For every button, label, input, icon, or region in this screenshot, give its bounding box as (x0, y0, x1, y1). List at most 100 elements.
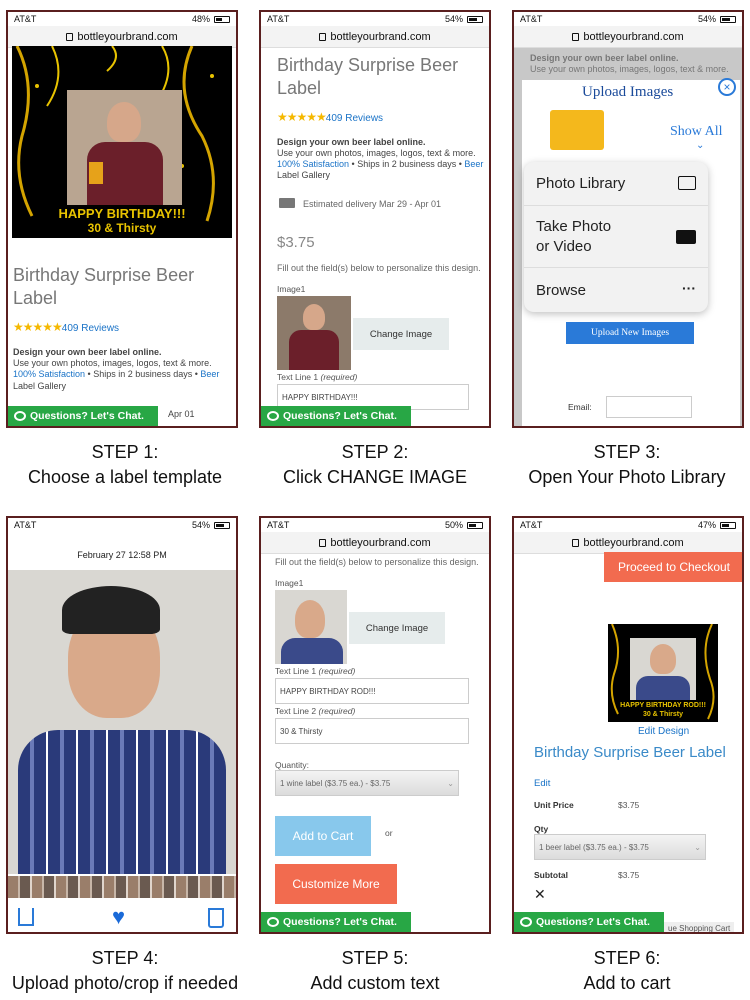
unit-price-value: $3.75 (618, 800, 640, 810)
beer-glass (89, 162, 103, 184)
remove-item-icon[interactable]: ✕ (534, 886, 546, 903)
battery-percent: 48% (191, 14, 210, 24)
lock-icon (66, 32, 74, 41)
chat-bubble-icon (520, 917, 532, 927)
dialog-title: Upload Images (582, 84, 674, 100)
menu-browse[interactable]: Browse (524, 268, 708, 312)
rating-row[interactable]: ★★★★★409 Reviews (13, 320, 119, 334)
use-line: Use your own photos, images, logos, text… (530, 64, 729, 74)
fill-out-text: Fill out the field(s) below to personali… (277, 263, 481, 273)
chat-bubble-icon (267, 411, 279, 421)
close-icon[interactable]: × (718, 78, 736, 96)
banner-line2: 30 & Thirsty (87, 221, 157, 235)
caption-step5: STEP 5: Add custom text (250, 946, 500, 996)
show-all-link[interactable]: Show All (670, 124, 723, 140)
upload-dialog: Upload Images × Show All ⌄ Photo Library… (522, 78, 740, 426)
text-line2-label: Text Line 2 (required) (275, 706, 355, 716)
address-bar[interactable]: bottleyourbrand.com (261, 532, 489, 554)
chevron-down-icon: ⌄ (447, 778, 454, 788)
chat-label: Questions? Let's Chat. (536, 916, 650, 928)
step-text: Add custom text (310, 973, 440, 993)
caption-step1: STEP 1: Choose a label template (0, 440, 250, 490)
address-bar[interactable]: bottleyourbrand.com (8, 26, 236, 48)
upload-new-images-button[interactable]: Upload New Images (566, 322, 694, 344)
battery-percent: 47% (697, 520, 716, 530)
cap-hat (62, 586, 160, 634)
qty-value: 1 beer label ($3.75 ea.) - $3.75 (539, 842, 649, 852)
menu-label: Browse (536, 281, 587, 299)
qty-select[interactable]: 1 beer label ($3.75 ea.) - $3.75 ⌄ (534, 834, 706, 860)
camera-icon (676, 230, 696, 244)
carrier: AT&T (267, 14, 290, 24)
reviews-link[interactable]: 409 Reviews (326, 113, 383, 124)
ships-text: • Ships in 2 business days • (85, 369, 201, 379)
person-head (303, 304, 325, 330)
chat-button[interactable]: Questions? Let's Chat. (261, 406, 411, 426)
carrier: AT&T (267, 520, 290, 530)
status-bar: AT&T 50% (261, 518, 489, 532)
subtotal-value: $3.75 (618, 870, 640, 880)
chat-label: Questions? Let's Chat. (283, 916, 397, 928)
battery-percent: 54% (444, 14, 463, 24)
address-bar[interactable]: bottleyourbrand.com (261, 26, 489, 48)
ships-text: • Ships in 2 business days • (349, 159, 465, 169)
star-rating-icon: ★★★★★ (277, 110, 327, 124)
gallery-link-2[interactable]: Label Gallery (13, 380, 66, 392)
step-number: STEP 2: (341, 442, 409, 462)
reviews-link[interactable]: 409 Reviews (62, 323, 119, 334)
price: $3.75 (277, 234, 315, 251)
status-bar: AT&T 48% (8, 12, 236, 26)
satisfaction-line: 100% Satisfaction • Ships in 2 business … (13, 368, 235, 380)
rating-row[interactable]: ★★★★★409 Reviews (277, 110, 383, 124)
email-input[interactable] (606, 396, 692, 418)
required-text: (required) (318, 706, 356, 716)
chat-button[interactable]: Questions? Let's Chat. (514, 912, 664, 932)
photo-frame (630, 638, 696, 700)
url-text: bottleyourbrand.com (583, 30, 684, 43)
chat-button[interactable]: Questions? Let's Chat. (8, 406, 158, 426)
phone-screen-step3: AT&T 54% bottleyourbrand.com Design your … (512, 10, 744, 428)
share-icon[interactable] (18, 908, 34, 926)
flannel-shirt (18, 730, 226, 874)
step-number: STEP 1: (91, 442, 159, 462)
email-label: Email: (568, 402, 592, 412)
cart-item-title[interactable]: Birthday Surprise Beer Label (534, 744, 726, 761)
satisfaction-link[interactable]: 100% Satisfaction (13, 369, 85, 379)
photo-thumbnail-strip[interactable] (8, 876, 236, 898)
delivery-estimate: Estimated delivery Mar 29 - Apr 01 (303, 199, 442, 209)
uploaded-thumbnail (277, 296, 351, 370)
gallery-link[interactable]: Beer (200, 369, 219, 379)
banner-line1: HAPPY BIRTHDAY ROD!!! (620, 702, 706, 709)
chat-button[interactable]: Questions? Let's Chat. (261, 912, 411, 932)
lock-icon (572, 32, 580, 41)
proceed-to-checkout-button[interactable]: Proceed to Checkout (604, 552, 742, 582)
text-line1-input[interactable]: HAPPY BIRTHDAY ROD!!! (275, 678, 469, 704)
share-menu: Photo Library Take Photo or Video Browse… (524, 162, 708, 312)
battery-icon (214, 15, 230, 23)
text-line2-input[interactable]: 30 & Thirsty (275, 718, 469, 744)
chat-label: Questions? Let's Chat. (283, 410, 397, 422)
fill-out-text: Fill out the field(s) below to personali… (275, 557, 479, 567)
customize-more-button[interactable]: Customize More (275, 864, 397, 904)
image-label: Image1 (277, 284, 306, 294)
folder-icon (550, 110, 604, 150)
battery-icon (720, 521, 736, 529)
gallery-link[interactable]: Beer (464, 159, 483, 169)
label-preview-image[interactable]: HAPPY BIRTHDAY!!! 30 & Thirsty (12, 46, 232, 238)
change-image-button[interactable]: Change Image (353, 318, 449, 350)
phone-screen-step2: AT&T 54% bottleyourbrand.com Birthday Sur… (259, 10, 491, 428)
quantity-select[interactable]: 1 wine label ($3.75 ea.) - $3.75 ⌄ (275, 770, 459, 796)
full-photo (8, 570, 236, 874)
address-bar[interactable]: bottleyourbrand.com (514, 532, 742, 554)
gallery-link-2[interactable]: Label Gallery (277, 169, 330, 181)
continue-shopping-button[interactable]: ue Shopping Cart (664, 922, 735, 932)
favorite-heart-icon[interactable]: ♥ (112, 904, 125, 930)
carrier: AT&T (14, 14, 37, 24)
satisfaction-link[interactable]: 100% Satisfaction (277, 159, 349, 169)
edit-design-link[interactable]: Edit Design (638, 726, 689, 737)
address-bar[interactable]: bottleyourbrand.com (514, 26, 742, 48)
edit-link[interactable]: Edit (534, 778, 550, 789)
change-image-button[interactable]: Change Image (349, 612, 445, 644)
add-to-cart-button[interactable]: Add to Cart (275, 816, 371, 856)
trash-icon[interactable] (208, 908, 224, 928)
